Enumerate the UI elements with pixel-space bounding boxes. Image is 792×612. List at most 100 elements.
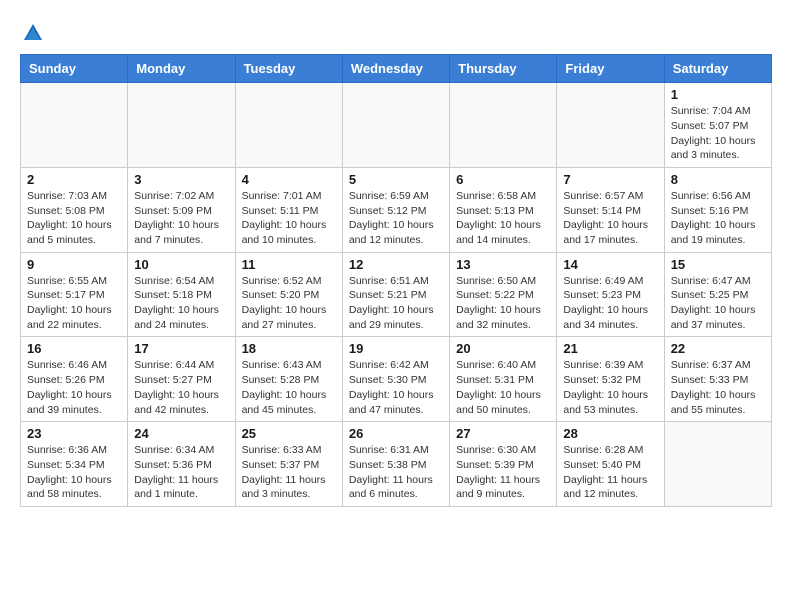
day-info: Sunrise: 6:36 AM Sunset: 5:34 PM Dayligh… bbox=[27, 443, 121, 502]
calendar-cell: 16 Sunrise: 6:46 AM Sunset: 5:26 PM Dayli… bbox=[21, 337, 128, 422]
calendar-cell bbox=[235, 83, 342, 168]
calendar-cell bbox=[21, 83, 128, 168]
day-number: 11 bbox=[242, 257, 336, 272]
day-info: Sunrise: 6:42 AM Sunset: 5:30 PM Dayligh… bbox=[349, 358, 443, 417]
calendar-cell: 5 Sunrise: 6:59 AM Sunset: 5:12 PM Daylig… bbox=[342, 167, 449, 252]
day-number: 20 bbox=[456, 341, 550, 356]
day-info: Sunrise: 7:04 AM Sunset: 5:07 PM Dayligh… bbox=[671, 104, 765, 163]
calendar-cell bbox=[342, 83, 449, 168]
week-row-0: 1 Sunrise: 7:04 AM Sunset: 5:07 PM Daylig… bbox=[21, 83, 772, 168]
weekday-header-wednesday: Wednesday bbox=[342, 55, 449, 83]
day-info: Sunrise: 6:59 AM Sunset: 5:12 PM Dayligh… bbox=[349, 189, 443, 248]
weekday-header-friday: Friday bbox=[557, 55, 664, 83]
day-info: Sunrise: 6:56 AM Sunset: 5:16 PM Dayligh… bbox=[671, 189, 765, 248]
calendar-cell: 2 Sunrise: 7:03 AM Sunset: 5:08 PM Daylig… bbox=[21, 167, 128, 252]
weekday-header-monday: Monday bbox=[128, 55, 235, 83]
calendar-cell: 27 Sunrise: 6:30 AM Sunset: 5:39 PM Dayli… bbox=[450, 422, 557, 507]
day-number: 6 bbox=[456, 172, 550, 187]
calendar-cell: 28 Sunrise: 6:28 AM Sunset: 5:40 PM Dayli… bbox=[557, 422, 664, 507]
day-info: Sunrise: 6:47 AM Sunset: 5:25 PM Dayligh… bbox=[671, 274, 765, 333]
day-info: Sunrise: 6:43 AM Sunset: 5:28 PM Dayligh… bbox=[242, 358, 336, 417]
calendar-cell: 18 Sunrise: 6:43 AM Sunset: 5:28 PM Dayli… bbox=[235, 337, 342, 422]
day-number: 9 bbox=[27, 257, 121, 272]
day-number: 22 bbox=[671, 341, 765, 356]
day-number: 19 bbox=[349, 341, 443, 356]
calendar-cell: 7 Sunrise: 6:57 AM Sunset: 5:14 PM Daylig… bbox=[557, 167, 664, 252]
day-number: 13 bbox=[456, 257, 550, 272]
day-info: Sunrise: 6:44 AM Sunset: 5:27 PM Dayligh… bbox=[134, 358, 228, 417]
day-info: Sunrise: 6:54 AM Sunset: 5:18 PM Dayligh… bbox=[134, 274, 228, 333]
calendar-cell bbox=[450, 83, 557, 168]
day-number: 28 bbox=[563, 426, 657, 441]
day-number: 4 bbox=[242, 172, 336, 187]
calendar-cell: 26 Sunrise: 6:31 AM Sunset: 5:38 PM Dayli… bbox=[342, 422, 449, 507]
calendar-cell: 1 Sunrise: 7:04 AM Sunset: 5:07 PM Daylig… bbox=[664, 83, 771, 168]
day-number: 5 bbox=[349, 172, 443, 187]
day-number: 8 bbox=[671, 172, 765, 187]
day-info: Sunrise: 6:31 AM Sunset: 5:38 PM Dayligh… bbox=[349, 443, 443, 502]
calendar-cell: 6Sunrise: 6:58 AM Sunset: 5:13 PM Daylig… bbox=[450, 167, 557, 252]
day-number: 17 bbox=[134, 341, 228, 356]
calendar-cell bbox=[557, 83, 664, 168]
calendar: SundayMondayTuesdayWednesdayThursdayFrid… bbox=[20, 54, 772, 507]
day-info: Sunrise: 6:34 AM Sunset: 5:36 PM Dayligh… bbox=[134, 443, 228, 502]
week-row-2: 9 Sunrise: 6:55 AM Sunset: 5:17 PM Daylig… bbox=[21, 252, 772, 337]
day-info: Sunrise: 7:03 AM Sunset: 5:08 PM Dayligh… bbox=[27, 189, 121, 248]
day-info: Sunrise: 6:37 AM Sunset: 5:33 PM Dayligh… bbox=[671, 358, 765, 417]
day-info: Sunrise: 6:57 AM Sunset: 5:14 PM Dayligh… bbox=[563, 189, 657, 248]
calendar-cell: 4 Sunrise: 7:01 AM Sunset: 5:11 PM Daylig… bbox=[235, 167, 342, 252]
day-number: 1 bbox=[671, 87, 765, 102]
calendar-cell: 8 Sunrise: 6:56 AM Sunset: 5:16 PM Daylig… bbox=[664, 167, 771, 252]
weekday-header-row: SundayMondayTuesdayWednesdayThursdayFrid… bbox=[21, 55, 772, 83]
weekday-header-saturday: Saturday bbox=[664, 55, 771, 83]
calendar-cell: 12 Sunrise: 6:51 AM Sunset: 5:21 PM Dayli… bbox=[342, 252, 449, 337]
day-number: 16 bbox=[27, 341, 121, 356]
calendar-cell: 10 Sunrise: 6:54 AM Sunset: 5:18 PM Dayli… bbox=[128, 252, 235, 337]
day-number: 7 bbox=[563, 172, 657, 187]
calendar-cell: 23Sunrise: 6:36 AM Sunset: 5:34 PM Dayli… bbox=[21, 422, 128, 507]
day-info: Sunrise: 6:55 AM Sunset: 5:17 PM Dayligh… bbox=[27, 274, 121, 333]
day-number: 2 bbox=[27, 172, 121, 187]
calendar-cell: 17 Sunrise: 6:44 AM Sunset: 5:27 PM Dayli… bbox=[128, 337, 235, 422]
day-info: Sunrise: 6:51 AM Sunset: 5:21 PM Dayligh… bbox=[349, 274, 443, 333]
day-info: Sunrise: 6:52 AM Sunset: 5:20 PM Dayligh… bbox=[242, 274, 336, 333]
calendar-cell: 3Sunrise: 7:02 AM Sunset: 5:09 PM Daylig… bbox=[128, 167, 235, 252]
calendar-cell: 21 Sunrise: 6:39 AM Sunset: 5:32 PM Dayli… bbox=[557, 337, 664, 422]
calendar-cell: 22 Sunrise: 6:37 AM Sunset: 5:33 PM Dayli… bbox=[664, 337, 771, 422]
day-number: 26 bbox=[349, 426, 443, 441]
week-row-3: 16 Sunrise: 6:46 AM Sunset: 5:26 PM Dayli… bbox=[21, 337, 772, 422]
day-number: 14 bbox=[563, 257, 657, 272]
day-number: 24 bbox=[134, 426, 228, 441]
day-info: Sunrise: 6:40 AM Sunset: 5:31 PM Dayligh… bbox=[456, 358, 550, 417]
day-number: 10 bbox=[134, 257, 228, 272]
day-number: 21 bbox=[563, 341, 657, 356]
day-info: Sunrise: 6:28 AM Sunset: 5:40 PM Dayligh… bbox=[563, 443, 657, 502]
week-row-1: 2 Sunrise: 7:03 AM Sunset: 5:08 PM Daylig… bbox=[21, 167, 772, 252]
day-info: Sunrise: 6:49 AM Sunset: 5:23 PM Dayligh… bbox=[563, 274, 657, 333]
day-info: Sunrise: 6:46 AM Sunset: 5:26 PM Dayligh… bbox=[27, 358, 121, 417]
weekday-header-tuesday: Tuesday bbox=[235, 55, 342, 83]
weekday-header-thursday: Thursday bbox=[450, 55, 557, 83]
calendar-cell: 9 Sunrise: 6:55 AM Sunset: 5:17 PM Daylig… bbox=[21, 252, 128, 337]
day-number: 15 bbox=[671, 257, 765, 272]
day-info: Sunrise: 7:01 AM Sunset: 5:11 PM Dayligh… bbox=[242, 189, 336, 248]
day-number: 12 bbox=[349, 257, 443, 272]
day-number: 27 bbox=[456, 426, 550, 441]
page-header bbox=[20, 20, 772, 44]
day-number: 25 bbox=[242, 426, 336, 441]
day-info: Sunrise: 6:30 AM Sunset: 5:39 PM Dayligh… bbox=[456, 443, 550, 502]
week-row-4: 23Sunrise: 6:36 AM Sunset: 5:34 PM Dayli… bbox=[21, 422, 772, 507]
calendar-cell: 13 Sunrise: 6:50 AM Sunset: 5:22 PM Dayli… bbox=[450, 252, 557, 337]
calendar-cell: 19 Sunrise: 6:42 AM Sunset: 5:30 PM Dayli… bbox=[342, 337, 449, 422]
calendar-cell: 11 Sunrise: 6:52 AM Sunset: 5:20 PM Dayli… bbox=[235, 252, 342, 337]
day-info: Sunrise: 6:50 AM Sunset: 5:22 PM Dayligh… bbox=[456, 274, 550, 333]
calendar-cell: 15 Sunrise: 6:47 AM Sunset: 5:25 PM Dayli… bbox=[664, 252, 771, 337]
calendar-cell bbox=[128, 83, 235, 168]
day-number: 18 bbox=[242, 341, 336, 356]
logo-text bbox=[20, 20, 44, 44]
calendar-cell bbox=[664, 422, 771, 507]
calendar-cell: 24 Sunrise: 6:34 AM Sunset: 5:36 PM Dayli… bbox=[128, 422, 235, 507]
day-info: Sunrise: 6:39 AM Sunset: 5:32 PM Dayligh… bbox=[563, 358, 657, 417]
weekday-header-sunday: Sunday bbox=[21, 55, 128, 83]
calendar-cell: 14 Sunrise: 6:49 AM Sunset: 5:23 PM Dayli… bbox=[557, 252, 664, 337]
